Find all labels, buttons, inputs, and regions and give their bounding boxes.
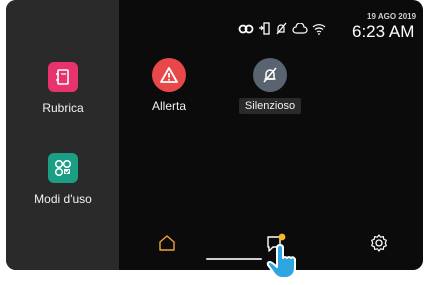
hand-pointer-icon [264,244,300,285]
app-silenzioso[interactable]: Silenzioso [232,58,308,114]
clock: 6:23 AM [352,22,415,41]
home-icon [156,235,178,258]
modes-icon [48,153,78,183]
app-allerta[interactable]: Allerta [145,58,193,113]
sidebar-item-label: Rubrica [42,101,84,115]
sidebar-item-modi-duso[interactable]: Modi d'uso [30,153,96,206]
app-label: Allerta [151,99,186,113]
settings-button[interactable] [368,232,390,254]
sidebar-item-rubrica[interactable]: Rubrica [39,62,87,115]
app-label: Silenzioso [238,98,302,114]
sidebar: Rubrica Modi d'uso [6,0,119,270]
home-button[interactable] [156,232,178,254]
alert-icon [152,58,186,92]
wifi-icon [312,22,326,40]
link-icon [238,22,254,40]
address-book-icon [48,62,78,92]
device-screen: Rubrica Modi d'uso Allerta Silenzioso 19… [6,0,423,270]
device-link-icon [258,22,271,40]
settings-icon [368,234,390,258]
date-label: 19 AGO 2019 [367,12,417,21]
status-icons [238,22,326,40]
cloud-icon [292,22,308,40]
mute-icon [253,58,287,92]
home-indicator [206,258,262,260]
mute-icon [275,22,288,40]
sidebar-item-label: Modi d'uso [34,192,92,206]
